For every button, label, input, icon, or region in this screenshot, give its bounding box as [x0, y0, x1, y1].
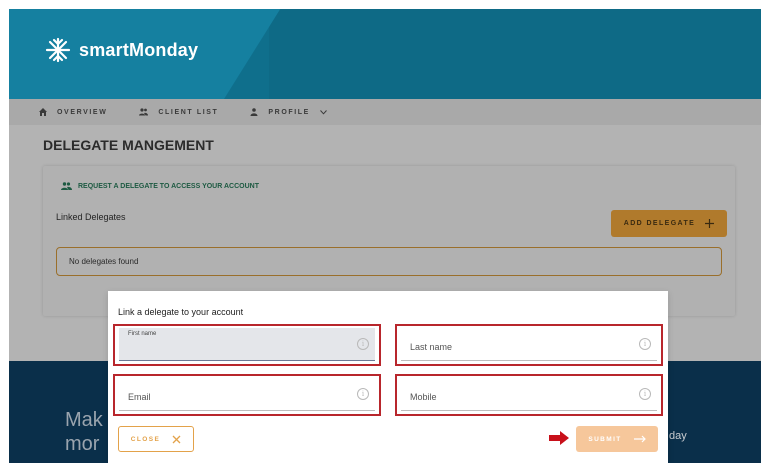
arrow-right-icon — [633, 435, 646, 443]
top-nav: OVERVIEW CLIENT LIST PROFILE — [9, 99, 761, 125]
people-icon — [61, 182, 72, 190]
submit-button[interactable]: SUBMIT — [576, 426, 658, 452]
plus-icon — [705, 219, 715, 228]
header: smartMonday — [9, 9, 761, 99]
page-title: DELEGATE MANGEMENT — [43, 137, 214, 153]
request-delegate-label: REQUEST A DELEGATE TO ACCESS YOUR ACCOUN… — [78, 182, 259, 190]
mobile-input[interactable]: Mobile — [401, 378, 657, 411]
logo[interactable]: smartMonday — [45, 37, 198, 63]
email-input[interactable]: Email — [119, 378, 375, 411]
info-icon: i — [639, 338, 651, 350]
last-name-input[interactable]: Last name — [401, 328, 657, 361]
close-button[interactable]: CLOSE — [118, 426, 194, 452]
empty-delegates-message: No delegates found — [56, 247, 722, 276]
linked-delegates-label: Linked Delegates — [56, 212, 126, 222]
snowflake-logo-icon — [45, 37, 71, 63]
red-arrow-icon — [549, 431, 569, 445]
close-icon — [172, 435, 181, 443]
people-icon — [139, 108, 149, 116]
submit-label: SUBMIT — [588, 435, 622, 443]
add-delegate-button[interactable]: ADD DELEGATE — [611, 210, 727, 237]
add-delegate-label: ADD DELEGATE — [623, 220, 696, 227]
info-icon: i — [357, 338, 369, 350]
chevron-down-icon — [320, 109, 327, 115]
band-text-line1: Mak — [65, 409, 103, 431]
brand-name: smartMonday — [79, 39, 199, 60]
band-right-text: day — [669, 430, 687, 442]
nav-item-label: OVERVIEW — [57, 108, 108, 116]
empty-delegates-text: No delegates found — [69, 257, 139, 266]
first-name-field[interactable]: First name i — [113, 324, 381, 366]
nav-item-label: PROFILE — [268, 108, 310, 116]
nav-item-label: CLIENT LIST — [158, 108, 219, 116]
email-placeholder: Email — [128, 392, 151, 402]
home-icon — [39, 108, 47, 116]
info-icon: i — [639, 388, 651, 400]
close-label: CLOSE — [130, 435, 161, 443]
nav-item-client-list[interactable]: CLIENT LIST — [139, 108, 218, 116]
info-icon: i — [357, 388, 369, 400]
app-frame: smartMonday OVERVIEW CLIENT LIST PROFILE… — [9, 9, 761, 463]
nav-item-overview[interactable]: OVERVIEW — [39, 108, 107, 116]
first-name-input[interactable]: First name — [119, 328, 375, 361]
person-icon — [250, 108, 258, 116]
nav-item-profile[interactable]: PROFILE — [250, 108, 327, 116]
first-name-label: First name — [128, 331, 157, 337]
last-name-placeholder: Last name — [410, 342, 453, 352]
link-delegate-modal: Link a delegate to your account First na… — [108, 291, 668, 463]
request-delegate-link[interactable]: REQUEST A DELEGATE TO ACCESS YOUR ACCOUN… — [61, 182, 259, 190]
band-text-line2: mor — [65, 433, 100, 455]
mobile-field[interactable]: Mobile i — [395, 374, 663, 416]
email-field[interactable]: Email i — [113, 374, 381, 416]
modal-title: Link a delegate to your account — [118, 307, 244, 317]
mobile-placeholder: Mobile — [410, 392, 437, 402]
last-name-field[interactable]: Last name i — [395, 324, 663, 366]
